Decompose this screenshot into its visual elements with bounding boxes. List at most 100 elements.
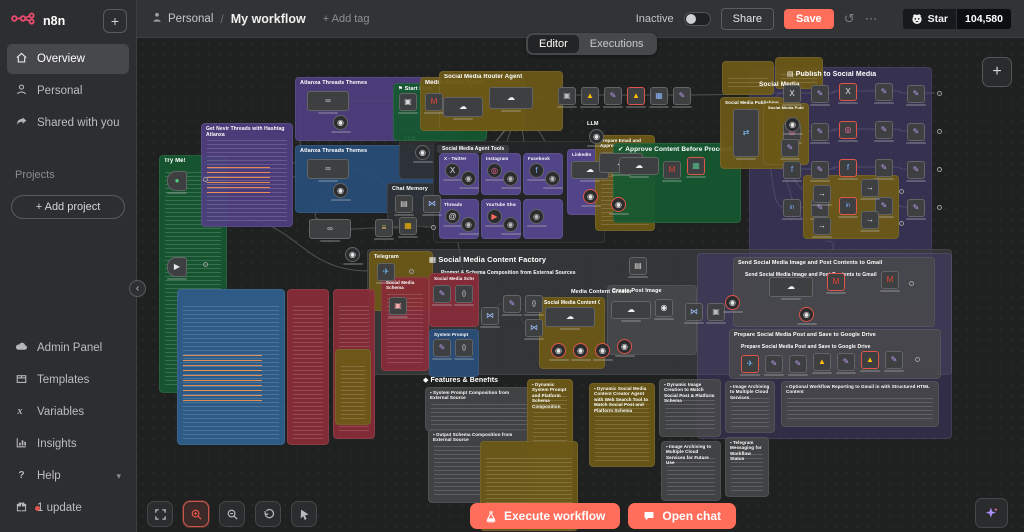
node-telegram-1[interactable]: ✈ (377, 263, 395, 281)
node-schedule-trigger[interactable]: ● (167, 171, 187, 191)
node-drive-pen-3[interactable]: ✎ (837, 353, 855, 371)
sidebar-item-admin-panel[interactable]: Admin Panel (7, 333, 129, 363)
node-gmail-gpt[interactable]: ◉ (799, 307, 814, 322)
node-arrow-1[interactable]: → (813, 185, 831, 203)
sidebar-item-templates[interactable]: Templates (7, 365, 129, 395)
sticky-get-threads[interactable]: Get Nevir Threads with Hashtag Atlanxa (201, 123, 293, 227)
node-gmail-cloud[interactable]: ☁ (769, 277, 813, 297)
node-drive-pen-4[interactable]: ✎ (885, 351, 903, 369)
node-pen-ig-2[interactable]: ✎ (875, 121, 893, 139)
node-pub-r2-circ[interactable]: ◉ (785, 117, 800, 132)
workflow-canvas[interactable]: Try Me! Get Nevir Threads with Hashtag At… (137, 38, 1024, 532)
node-chat-trigger[interactable]: ▶ (167, 257, 187, 277)
node-approve-sheets[interactable]: ▦ (687, 157, 705, 175)
sticky-feat-image-archiving[interactable]: ▪ Image Archiving to Multiple Cloud Serv… (661, 441, 721, 501)
node-pen-ig[interactable]: ✎ (811, 123, 829, 141)
node-create-image-cloud[interactable]: ☁ (611, 301, 651, 319)
sidebar-item-insights[interactable]: Insights (7, 429, 129, 459)
node-openai-3[interactable]: ◉ (415, 145, 430, 160)
sidebar-collapse-button[interactable]: ‹ (129, 280, 146, 297)
node-arrow-4[interactable]: → (861, 211, 879, 229)
save-button[interactable]: Save (783, 8, 834, 29)
node-gdrive-2[interactable]: ▲ (627, 87, 645, 105)
add-node-button[interactable]: + (982, 57, 1012, 87)
history-icon[interactable]: ↺ (844, 11, 855, 27)
group-save-drive[interactable]: Prepare Social Media Post and Save to Go… (729, 329, 941, 379)
sidebar-item-shared-with-you[interactable]: Shared with you (7, 108, 129, 138)
node-arrow-2[interactable]: → (813, 217, 831, 235)
node-prepare-circ[interactable]: ◉ (611, 197, 626, 212)
reset-zoom-button[interactable] (255, 501, 281, 527)
node-pen-1[interactable]: ✎ (604, 87, 622, 105)
label-media-content-creator[interactable]: Media Content Creator (567, 287, 653, 297)
node-report-tool[interactable]: ∞ (309, 219, 351, 239)
node-html-report[interactable]: ≡ (375, 219, 393, 237)
node-drive-pen-2[interactable]: ✎ (789, 355, 807, 373)
node-gdrive-1[interactable]: ▲ (581, 87, 599, 105)
ai-assistant-button[interactable] (975, 498, 1008, 528)
node-gmail-start[interactable]: M (425, 93, 443, 111)
zoom-in-button[interactable] (183, 501, 209, 527)
group-social-media-schema-1[interactable]: Social Media Schema (381, 277, 429, 371)
node-pen-s1[interactable]: ✎ (433, 285, 451, 303)
node-openai-1[interactable]: ◉ (333, 115, 348, 130)
node-tool-x-2[interactable]: ◉ (461, 171, 476, 186)
node-gdrive-save-1[interactable]: ▲ (813, 353, 831, 371)
add-tag-button[interactable]: + Add tag (323, 13, 370, 25)
node-response-3[interactable]: ✎ (907, 161, 925, 179)
tab-editor[interactable]: Editor (528, 35, 579, 53)
node-tg-status[interactable]: ✈ (741, 355, 759, 373)
sticky-system-prompt-blue[interactable] (177, 289, 285, 445)
node-router-cloud-2[interactable]: ☁ (489, 87, 533, 109)
node-publishing-router[interactable]: ⇄ (733, 109, 759, 157)
tidy-up-button[interactable] (291, 501, 317, 527)
sticky-feat-system-prompt[interactable]: ▪ System Prompt Composition from Externa… (425, 387, 533, 431)
node-tool-yt-2[interactable]: ◉ (503, 217, 518, 232)
node-li-post-2[interactable]: in (839, 197, 857, 215)
node-response-4[interactable]: ✎ (907, 199, 925, 217)
zoom-out-button[interactable] (219, 501, 245, 527)
node-drive-pen-1[interactable]: ✎ (765, 355, 783, 373)
sticky-feat-reporting[interactable]: ▪ Optional Workflow Reporting to Gmail i… (781, 381, 939, 427)
sticky-feat-dynamic-creator[interactable]: ▪ Dynamic Social Media Content Creator A… (589, 383, 655, 467)
node-openai-2[interactable]: ◉ (333, 183, 348, 198)
label-factory[interactable]: ▦ Social Media Content Factory (425, 253, 655, 266)
node-tool-ex-1[interactable]: ◉ (529, 209, 544, 224)
node-calendar-1[interactable]: ▦ (650, 87, 668, 105)
open-chat-button[interactable]: Open chat (628, 503, 737, 529)
sidebar-item-personal[interactable]: Personal (7, 76, 129, 106)
node-router-cloud-1[interactable]: ☁ (443, 97, 483, 117)
node-approve-gmail[interactable]: M (663, 161, 681, 179)
node-response-1[interactable]: ✎ (907, 85, 925, 103)
node-linkedin-circ[interactable]: ◉ (583, 189, 598, 204)
node-pub-r2-sq[interactable]: ✎ (781, 139, 799, 157)
node-openai-big[interactable]: ◉ (725, 295, 740, 310)
github-star-widget[interactable]: Star 104,580 (901, 7, 1012, 30)
node-schema-file[interactable]: ▣ (389, 297, 407, 315)
node-memory-1[interactable]: ▤ (395, 195, 413, 213)
node-brace-2[interactable]: {} (455, 339, 473, 357)
node-gdrive-save-2[interactable]: ▲ (861, 351, 879, 369)
tab-executions[interactable]: Executions (579, 35, 655, 53)
sidebar-item-updates[interactable]: 1 update (7, 493, 129, 523)
node-tool-x-1[interactable]: X (445, 163, 460, 178)
node-doc-start[interactable]: ▣ (399, 93, 417, 111)
node-merge-threads[interactable]: ⋈ (423, 195, 441, 213)
node-gmail-send[interactable]: M (827, 273, 845, 291)
node-arrow-3[interactable]: → (861, 179, 879, 197)
node-tool-fb-2[interactable]: ◉ (545, 171, 560, 186)
node-gmail-send-2[interactable]: M (881, 271, 899, 289)
node-response-2[interactable]: ✎ (907, 123, 925, 141)
node-atlanxa-tool-2[interactable]: ∞ (307, 159, 349, 179)
more-options-icon[interactable]: ⋯ (865, 11, 878, 27)
node-gpt-1[interactable]: ◉ (551, 343, 566, 358)
node-create-image-openai[interactable]: ◉ (655, 299, 673, 317)
node-gpt-2[interactable]: ◉ (573, 343, 588, 358)
node-gpt-3[interactable]: ◉ (595, 343, 610, 358)
node-ig-post-2[interactable]: ◎ (839, 121, 857, 139)
node-pen-s2[interactable]: ✎ (433, 339, 451, 357)
node-merge-2[interactable]: ⋈ (525, 319, 543, 337)
node-fb-post[interactable]: f (783, 161, 801, 179)
node-fb-post-2[interactable]: f (839, 159, 857, 177)
node-pen-fb[interactable]: ✎ (811, 161, 829, 179)
